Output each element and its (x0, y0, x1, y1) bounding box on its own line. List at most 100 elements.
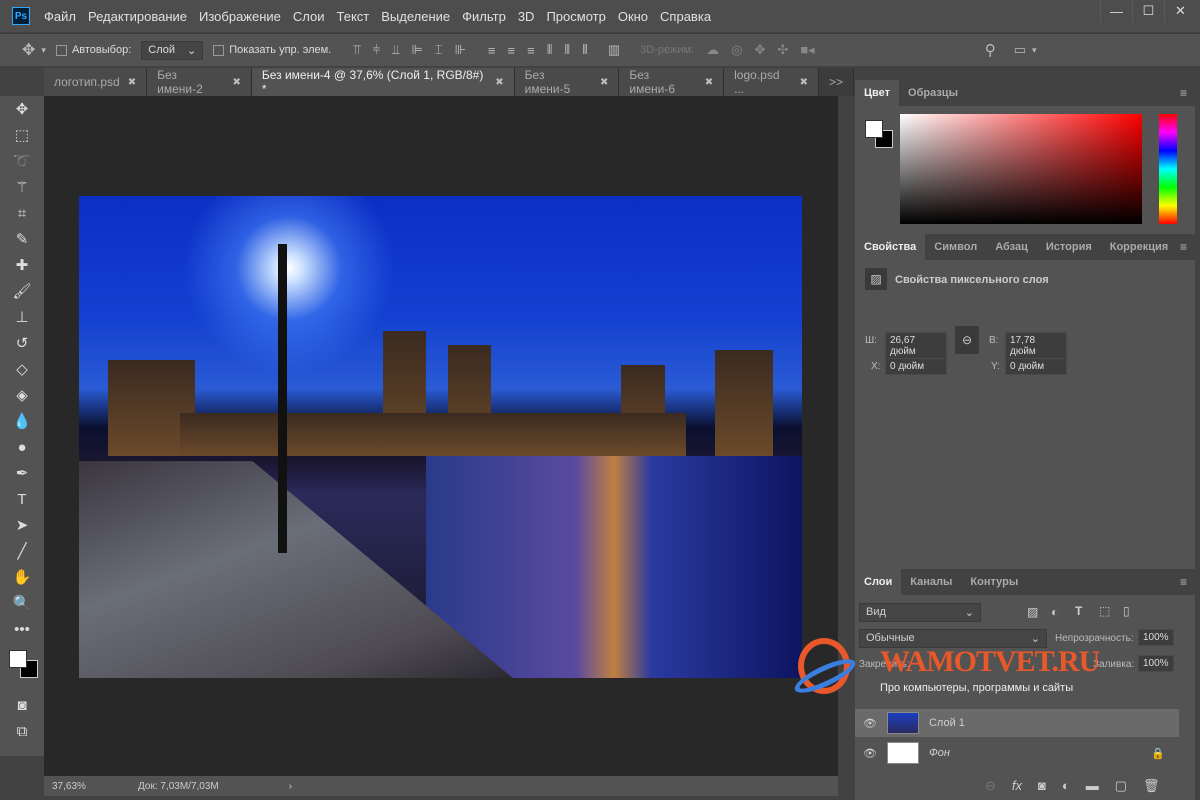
link-icon[interactable]: ⊖ (955, 326, 979, 354)
auto-select-checkbox[interactable]: Автовыбор: (55, 44, 131, 56)
close-icon[interactable]: ✖ (800, 77, 808, 88)
tab-untitled-6[interactable]: Без имени-6 ✖ (619, 68, 725, 96)
color-field[interactable] (900, 114, 1142, 224)
distribute-hcenter-icon[interactable]: ⦀ (564, 42, 570, 58)
layer-row[interactable]: 👁 Слой 1 (855, 709, 1179, 737)
tabs-overflow-button[interactable]: >> (818, 68, 854, 96)
tab-paragraph[interactable]: Абзац (986, 234, 1037, 260)
line-tool-icon[interactable]: ╱ (0, 538, 44, 564)
menu-file[interactable]: Файл (44, 9, 76, 24)
tab-history[interactable]: История (1037, 234, 1101, 260)
paint-bucket-icon[interactable]: ◈ (0, 382, 44, 408)
3d-orbit-icon[interactable]: ☁ (706, 42, 719, 58)
chevron-down-icon[interactable]: ▾ (1032, 45, 1037, 56)
trash-icon[interactable]: 🗑 (1143, 778, 1160, 794)
foreground-color-swatch[interactable] (9, 650, 27, 668)
menu-help[interactable]: Справка (660, 9, 711, 24)
screen-mode-icon[interactable]: ⧉ (0, 718, 44, 744)
menu-3d[interactable]: 3D (518, 9, 535, 24)
show-transform-checkbox[interactable]: Показать упр. элем. (213, 44, 331, 56)
tab-properties[interactable]: Свойства (855, 234, 926, 260)
layer-row[interactable]: 👁 Фон 🔒 (855, 739, 1179, 767)
height-field[interactable]: 17,78 дюйм (1005, 332, 1067, 360)
tab-layers[interactable]: Слои (855, 569, 902, 595)
3d-slide-icon[interactable]: ✣ (777, 42, 788, 58)
width-field[interactable]: 26,67 дюйм (885, 332, 947, 360)
menu-select[interactable]: Выделение (381, 9, 450, 24)
opacity-field[interactable]: 100% (1138, 629, 1174, 646)
eyedropper-icon[interactable]: ✎ (0, 226, 44, 252)
quick-mask-icon[interactable]: ◙ (0, 692, 44, 718)
workspace-icon[interactable]: ▭ (1014, 42, 1026, 58)
align-right-icon[interactable]: ⊪ (455, 42, 466, 58)
panel-menu-icon[interactable]: ≡ (1180, 240, 1187, 254)
distribute-bottom-icon[interactable]: ≡ (527, 43, 535, 58)
distribute-left-icon[interactable]: ⦀ (547, 42, 553, 58)
path-select-icon[interactable]: ➤ (0, 512, 44, 538)
crop-tool-icon[interactable]: ⌗ (0, 200, 44, 226)
marquee-tool-icon[interactable]: ⬚ (0, 122, 44, 148)
tab-untitled-4[interactable]: Без имени-4 @ 37,6% (Слой 1, RGB/8#) * ✖ (251, 68, 515, 96)
close-icon[interactable]: ✖ (495, 77, 503, 88)
eraser-icon[interactable]: ◇ (0, 356, 44, 382)
status-menu-arrow[interactable]: › (289, 781, 292, 792)
document-image[interactable] (79, 196, 802, 678)
adjustment-layer-icon[interactable]: ◐ (1062, 778, 1070, 794)
menu-layer[interactable]: Слои (293, 9, 325, 24)
history-brush-icon[interactable]: ↺ (0, 330, 44, 356)
healing-brush-icon[interactable]: ✚ (0, 252, 44, 278)
menu-edit[interactable]: Редактирование (88, 9, 187, 24)
hue-slider[interactable] (1159, 114, 1177, 224)
filter-adjustment-icon[interactable]: ◐ (1051, 605, 1058, 619)
auto-align-icon[interactable]: ▥ (608, 42, 620, 58)
tab-untitled-2[interactable]: Без имени-2 ✖ (147, 68, 252, 96)
panel-menu-icon[interactable]: ≡ (1180, 575, 1187, 589)
fx-icon[interactable]: fx (1012, 778, 1022, 794)
x-field[interactable]: 0 дюйм (885, 358, 947, 375)
distribute-vcenter-icon[interactable]: ≡ (508, 43, 516, 58)
brush-tool-icon[interactable]: 🖌 (0, 278, 44, 304)
align-bottom-icon[interactable]: ⫫ (392, 42, 399, 58)
tab-color[interactable]: Цвет (855, 80, 900, 106)
tab-logotip[interactable]: логотип.psd ✖ (44, 68, 148, 96)
zoom-level[interactable]: 37,63% (52, 781, 112, 792)
menu-type[interactable]: Текст (337, 9, 370, 24)
move-tool-icon[interactable]: ✥ (22, 40, 35, 60)
type-tool-icon[interactable]: T (0, 486, 44, 512)
align-vcenter-icon[interactable]: ⫩ (373, 42, 380, 58)
menu-window[interactable]: Окно (618, 9, 648, 24)
auto-select-dropdown[interactable]: Слой ⌄ (141, 40, 204, 60)
layer-filter-dropdown[interactable]: Вид ⌄ (859, 603, 981, 622)
align-top-icon[interactable]: ⫪ (353, 42, 360, 58)
filter-type-icon[interactable]: T (1075, 604, 1082, 618)
menu-view[interactable]: Просмотр (546, 9, 605, 24)
dodge-tool-icon[interactable]: ● (0, 434, 44, 460)
lasso-tool-icon[interactable]: ➰ (0, 148, 44, 174)
color-swatches[interactable] (0, 642, 44, 692)
magic-wand-icon[interactable]: ⚚ (0, 174, 44, 200)
3d-roll-icon[interactable]: ◎ (731, 42, 742, 58)
close-icon[interactable]: ✖ (705, 77, 713, 88)
stamp-tool-icon[interactable]: ⊥ (0, 304, 44, 330)
align-hcenter-icon[interactable]: ⌶ (435, 42, 443, 58)
hand-tool-icon[interactable]: ✋ (0, 564, 44, 590)
3d-camera-icon[interactable]: ■◂ (800, 42, 814, 58)
maximize-button[interactable]: ☐ (1132, 0, 1164, 22)
folder-icon[interactable]: ▬ (1086, 778, 1099, 794)
eye-icon[interactable]: 👁 (863, 717, 877, 730)
filter-pixel-icon[interactable]: ▨ (1027, 605, 1038, 619)
fill-field[interactable]: 100% (1138, 655, 1174, 672)
tab-untitled-5[interactable]: Без имени-5 ✖ (514, 68, 620, 96)
link-layers-icon[interactable]: ⊖ (985, 778, 996, 794)
search-icon[interactable]: ⚲ (985, 41, 996, 59)
minimize-button[interactable]: — (1100, 0, 1132, 22)
zoom-tool-icon[interactable]: 🔍 (0, 590, 44, 616)
more-tools-icon[interactable]: ••• (0, 616, 44, 642)
close-icon[interactable]: ✖ (600, 77, 608, 88)
distribute-top-icon[interactable]: ≡ (488, 43, 496, 58)
mask-icon[interactable]: ◙ (1038, 778, 1046, 794)
filter-smart-object-icon[interactable]: ▯ (1123, 604, 1130, 618)
panel-menu-icon[interactable]: ≡ (1180, 86, 1187, 100)
distribute-right-icon[interactable]: ⦀ (582, 42, 588, 58)
pen-tool-icon[interactable]: ✒ (0, 460, 44, 486)
